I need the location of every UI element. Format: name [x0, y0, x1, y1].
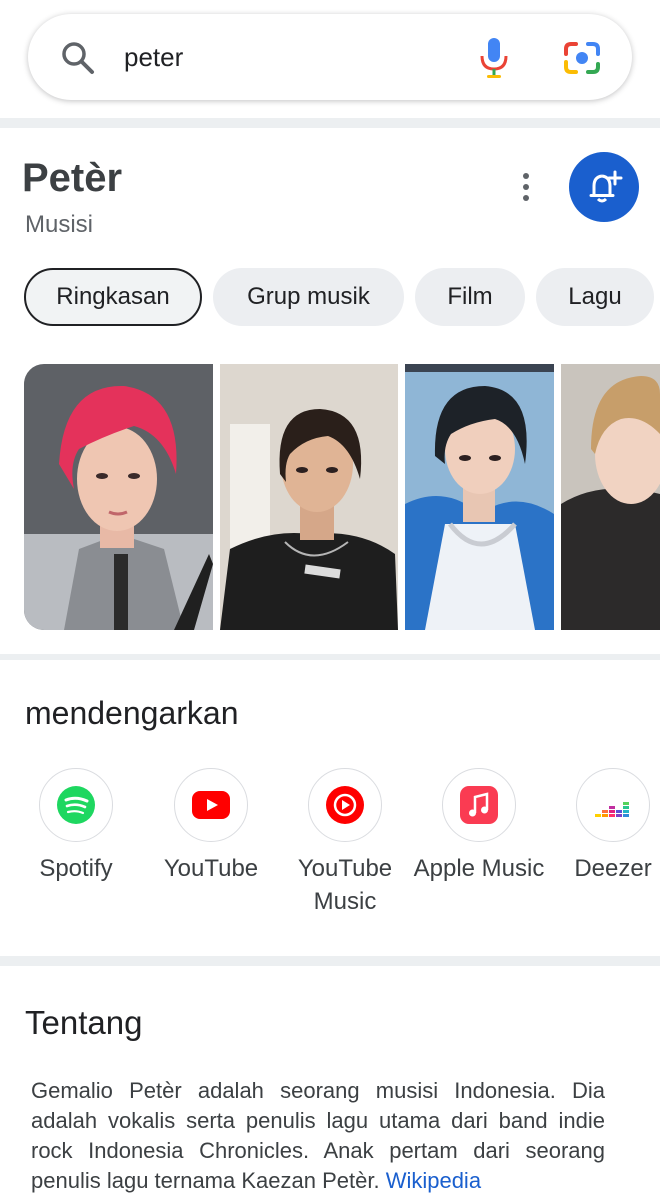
search-bar[interactable]: peter	[28, 14, 632, 100]
listen-app-youtube-music[interactable]: YouTube Music	[275, 768, 415, 918]
bell-plus-icon	[589, 170, 623, 203]
listen-app-apple-music[interactable]: Apple Music	[409, 768, 549, 885]
follow-button[interactable]	[569, 152, 639, 222]
chip-ringkasan[interactable]: Ringkasan	[24, 268, 202, 326]
entity-subtitle: Musisi	[25, 211, 94, 238]
section-divider	[0, 654, 660, 660]
search-icon[interactable]	[60, 40, 96, 76]
more-options-icon[interactable]	[516, 170, 536, 204]
photo-3[interactable]	[405, 364, 554, 630]
section-divider	[0, 118, 660, 128]
spotify-icon-wrap	[39, 768, 113, 842]
photo-4[interactable]	[561, 364, 660, 630]
chip-film[interactable]: Film	[415, 268, 525, 326]
photo-2[interactable]	[220, 364, 398, 630]
chip-lagu[interactable]: Lagu	[536, 268, 654, 326]
spotify-icon	[57, 786, 95, 824]
app-label: Apple Music	[413, 855, 545, 882]
app-label: YouTube	[163, 855, 259, 882]
app-label: Spotify	[39, 855, 113, 882]
chip-grup-musik[interactable]: Grup musik	[213, 268, 404, 326]
lens-icon[interactable]	[562, 40, 602, 76]
app-label: YouTube Music	[297, 855, 393, 915]
listen-title: mendengarkan	[25, 695, 239, 731]
listen-app-deezer[interactable]: Deezer	[543, 768, 660, 885]
section-divider	[0, 956, 660, 966]
listen-app-spotify[interactable]: Spotify	[6, 768, 146, 885]
youtube-music-icon-wrap	[308, 768, 382, 842]
search-input[interactable]: peter	[124, 42, 183, 73]
youtube-icon	[192, 791, 230, 819]
mic-icon[interactable]	[478, 36, 510, 80]
photo-1[interactable]	[24, 364, 213, 630]
apple-music-icon	[460, 786, 498, 824]
deezer-icon	[595, 802, 629, 817]
about-text: Gemalio Petèr adalah seorang musisi Indo…	[31, 1078, 605, 1193]
about-description: Gemalio Petèr adalah seorang musisi Indo…	[31, 1076, 605, 1196]
search-header: peter	[0, 0, 660, 118]
about-title: Tentang	[25, 1004, 143, 1041]
wikipedia-link[interactable]: Wikipedia	[386, 1168, 481, 1193]
deezer-icon-wrap	[576, 768, 650, 842]
apple-music-icon-wrap	[442, 768, 516, 842]
youtube-music-icon	[326, 786, 364, 824]
youtube-icon-wrap	[174, 768, 248, 842]
app-label: Deezer	[574, 855, 652, 882]
page-title: Petèr	[22, 156, 123, 200]
listen-app-youtube[interactable]: YouTube	[141, 768, 281, 885]
